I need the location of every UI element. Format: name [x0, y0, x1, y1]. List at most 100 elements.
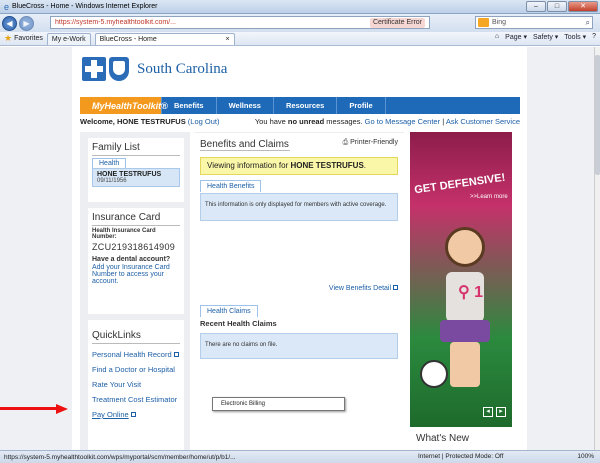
tab-health-benefits[interactable]: Health Benefits	[200, 180, 262, 192]
command-bar: ⌂ Page ▾ Safety ▾ Tools ▾ ?	[495, 33, 596, 41]
quick-links-panel: QuickLinks Personal Health Record Find a…	[88, 320, 184, 450]
messages-suffix: messages.	[324, 117, 363, 126]
quicklink-personal-health-record[interactable]: Personal Health Record	[92, 350, 180, 359]
left-column: Family List Health HONE TESTRUFUS 09/11/…	[80, 132, 190, 450]
web-page: South Carolina MyHealthToolkit® Benefits…	[72, 47, 527, 450]
security-zone: Internet | Protected Mode: Off	[418, 453, 504, 460]
advertisement-banner[interactable]: GET DEFENSIVE! >>Learn more ⚲ 1 ◂ ▸	[410, 132, 512, 427]
home-icon[interactable]: ⌂	[495, 33, 499, 41]
bing-icon	[478, 18, 489, 27]
message-center-link[interactable]: Go to Message Center	[365, 117, 440, 126]
close-button[interactable]: ✕	[568, 1, 598, 12]
tab-title: BlueCross - Home	[99, 35, 157, 43]
ql-label-4: Pay Online	[92, 410, 129, 419]
messages-text: You have no unread messages. Go to Messa…	[255, 117, 520, 126]
browser-viewport: South Carolina MyHealthToolkit® Benefits…	[0, 47, 594, 450]
search-input[interactable]: Bing ⌕	[475, 16, 593, 29]
ad-girl-illustration	[445, 227, 485, 267]
ad-next-button[interactable]: ▸	[496, 407, 506, 417]
maximize-button[interactable]: □	[547, 1, 567, 12]
page-menu[interactable]: Page ▾	[505, 33, 527, 41]
recent-claims-heading: Recent Health Claims	[200, 319, 277, 328]
ql-label-3: Treatment Cost Estimator	[92, 395, 178, 404]
benefits-claims-panel: Benefits and Claims ⎙ Printer-Friendly V…	[194, 132, 404, 362]
view-detail-label: View Benefits Detail	[328, 285, 392, 292]
favorites-button[interactable]: ★ Favorites	[4, 33, 43, 44]
soccer-ball-icon	[420, 360, 448, 388]
benefits-info-box: This information is only displayed for m…	[200, 193, 398, 221]
quick-links-title: QuickLinks	[92, 330, 180, 344]
ad-learn-more[interactable]: >>Learn more	[470, 194, 508, 200]
tab-bluecross-home[interactable]: BlueCross - Home ×	[94, 32, 235, 45]
forward-button[interactable]: ▶	[19, 15, 34, 31]
card-number: ZCU219318614909	[92, 242, 176, 252]
printer-label: Printer-Friendly	[350, 139, 398, 146]
ribbon-icon: ⚲ 1	[458, 284, 484, 301]
external-link-icon	[173, 352, 179, 357]
external-link-icon	[393, 285, 398, 290]
viewing-info-banner: Viewing information for HONE TESTRUFUS.	[200, 157, 398, 175]
search-placeholder: Bing	[492, 19, 507, 26]
main-nav: MyHealthToolkit® Benefits Wellness Resou…	[80, 97, 520, 114]
address-toolbar: ◀ ▶ https://system-5.myhealthtoolkit.com…	[0, 14, 600, 32]
member-name: HONE TESTRUFUS	[97, 171, 162, 178]
family-list-panel: Family List Health HONE TESTRUFUS 09/11/…	[88, 138, 184, 202]
tab-health[interactable]: Health	[92, 158, 127, 168]
help-icon[interactable]: ?	[592, 33, 596, 41]
external-link-icon	[130, 412, 136, 417]
nav-myhealthtoolkit[interactable]: MyHealthToolkit®	[80, 97, 168, 114]
url-input[interactable]: https://system-5.myhealthtoolkit.com/...…	[50, 16, 430, 29]
url-text: https://system-5.myhealthtoolkit.com/...	[55, 19, 176, 26]
viewing-suffix: .	[363, 161, 367, 170]
scrollbar-thumb[interactable]	[595, 55, 600, 175]
logout-link[interactable]: (Log Out)	[188, 117, 220, 126]
member-dob: 09/11/1956	[97, 178, 127, 184]
close-tab-icon[interactable]: ×	[226, 34, 230, 45]
view-benefits-detail-link[interactable]: View Benefits Detail	[329, 285, 398, 292]
messages-count: no unread	[287, 117, 325, 126]
ad-skirt	[440, 320, 490, 342]
quicklink-find-doctor[interactable]: Find a Doctor or Hospital	[92, 365, 180, 374]
welcome-text: Welcome, HONE TESTRUFUS (Log Out)	[80, 117, 219, 126]
window-title: BlueCross - Home - Windows Internet Expl…	[12, 3, 158, 10]
nav-resources[interactable]: Resources	[274, 97, 338, 114]
back-button[interactable]: ◀	[2, 15, 17, 31]
brand-logo[interactable]: South Carolina	[82, 57, 227, 81]
safety-menu[interactable]: Safety ▾	[533, 33, 558, 41]
quicklink-treatment-cost[interactable]: Treatment Cost Estimator	[92, 395, 180, 404]
nav-wellness[interactable]: Wellness	[217, 97, 274, 114]
tab-my-ework[interactable]: My e-Work	[46, 32, 91, 45]
favorites-label: Favorites	[14, 35, 43, 42]
ribbon-number: 1	[474, 284, 484, 301]
dental-link[interactable]: Add your Insurance Card Number to access…	[92, 264, 180, 285]
quicklink-pay-online[interactable]: Pay Online	[92, 410, 180, 419]
certificate-error-button[interactable]: Certificate Error	[369, 18, 425, 28]
status-bar: https://system-5.myhealthtoolkit.com/wps…	[0, 450, 600, 463]
member-selected[interactable]: HONE TESTRUFUS 09/11/1956	[92, 168, 180, 187]
ad-prev-button[interactable]: ◂	[483, 407, 493, 417]
ad-controls: ◂ ▸	[483, 407, 506, 417]
no-claims-box: There are no claims on file.	[200, 333, 398, 359]
viewing-prefix: Viewing information for	[207, 161, 291, 170]
quicklink-rate-visit[interactable]: Rate Your Visit	[92, 380, 180, 389]
zoom-level[interactable]: 100%	[577, 453, 594, 460]
favorites-bar: ★ Favorites My e-Work BlueCross - Home ×…	[0, 32, 600, 46]
minimize-button[interactable]: –	[526, 1, 546, 12]
ql-label-1: Find a Doctor or Hospital	[92, 365, 175, 374]
insurance-card-panel: Insurance Card Health Insurance Card Num…	[88, 208, 184, 314]
ask-customer-service-link[interactable]: Ask Customer Service	[446, 117, 520, 126]
ql-label-0: Personal Health Record	[92, 350, 172, 359]
vertical-scrollbar[interactable]	[594, 47, 600, 450]
title-bar: e BlueCross - Home - Windows Internet Ex…	[0, 0, 600, 14]
tab-health-claims[interactable]: Health Claims	[200, 305, 258, 317]
welcome-name: Welcome, HONE TESTRUFUS	[80, 117, 188, 126]
arrow-head	[56, 404, 68, 414]
nav-benefits[interactable]: Benefits	[162, 97, 217, 114]
viewing-name: HONE TESTRUFUS	[290, 161, 364, 170]
red-arrow-annotation	[0, 404, 70, 414]
ad-legs	[450, 342, 480, 387]
nav-profile[interactable]: Profile	[337, 97, 386, 114]
tools-menu[interactable]: Tools ▾	[564, 33, 586, 41]
search-icon[interactable]: ⌕	[586, 17, 590, 28]
printer-friendly-link[interactable]: ⎙ Printer-Friendly	[343, 139, 398, 147]
